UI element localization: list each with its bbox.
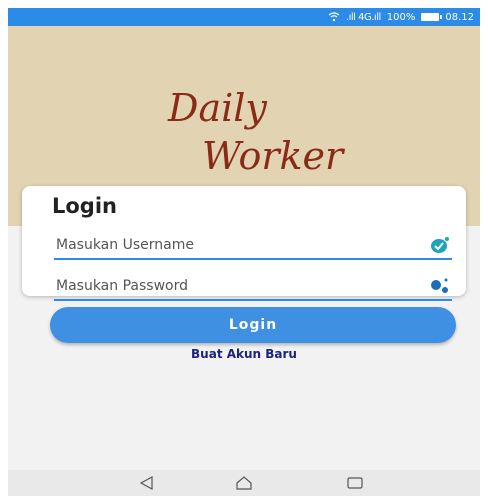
clock: 08.12	[445, 11, 474, 23]
password-input[interactable]	[56, 275, 416, 297]
recents-icon[interactable]	[344, 474, 366, 492]
register-link[interactable]: Buat Akun Baru	[8, 347, 480, 361]
login-title: Login	[52, 194, 117, 218]
dots-icon	[431, 278, 448, 293]
password-field-wrapper	[54, 275, 452, 301]
signal-icon: .ıll 4G.ıll	[345, 11, 381, 23]
login-button[interactable]: Login	[50, 307, 456, 343]
back-icon[interactable]	[136, 474, 158, 492]
battery-percent: 100%	[386, 11, 416, 23]
login-card: Login	[22, 186, 466, 301]
navigation-bar	[8, 470, 480, 496]
phone-screen: .ıll 4G.ıll 100% 08.12 Daily Worker Logi…	[8, 8, 480, 496]
app-logo: Daily Worker	[148, 86, 348, 196]
username-input[interactable]	[56, 234, 416, 256]
wifi-icon	[328, 12, 340, 22]
logo-line-2: Worker	[202, 134, 344, 178]
username-field-wrapper	[54, 234, 452, 260]
home-icon[interactable]	[233, 474, 255, 492]
battery-icon	[421, 13, 443, 21]
logo-line-1: Daily	[168, 86, 267, 130]
status-bar: .ıll 4G.ıll 100% 08.12	[8, 8, 480, 26]
check-badge-icon	[431, 237, 449, 253]
